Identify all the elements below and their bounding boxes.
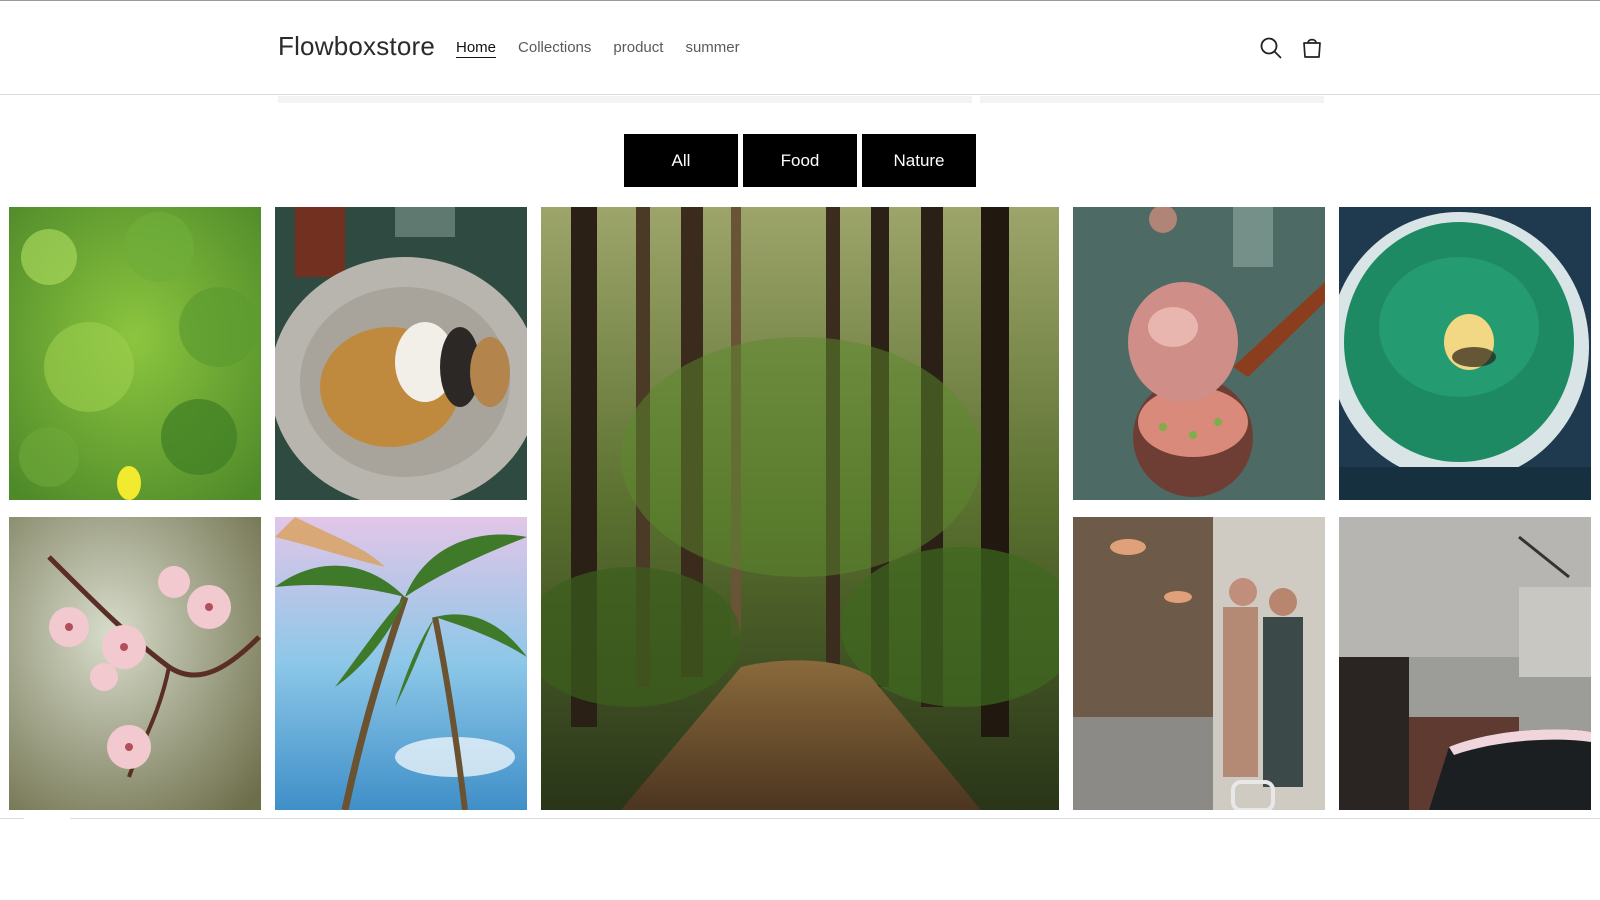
filter-food-button[interactable]: Food	[743, 134, 857, 187]
section-divider	[0, 818, 1600, 819]
green-leaves-photo[interactable]	[9, 207, 261, 500]
dessert-spoon-photo[interactable]	[1073, 207, 1325, 500]
cherry-blossom-photo[interactable]	[9, 517, 261, 810]
main-nav: Home Collections product summer	[456, 39, 740, 56]
store-logo[interactable]: Flowboxstore	[278, 31, 435, 62]
nav-home[interactable]: Home	[456, 39, 496, 56]
search-icon[interactable]	[1258, 35, 1284, 61]
slider-strip	[278, 96, 972, 103]
filter-nature-button[interactable]: Nature	[862, 134, 976, 187]
nav-collections[interactable]: Collections	[518, 39, 591, 56]
soup-bowl-photo[interactable]	[275, 207, 527, 500]
forest-path-photo[interactable]	[541, 207, 1059, 810]
old-building-car-photo[interactable]	[1339, 517, 1591, 810]
gallery-filters: All Food Nature	[624, 134, 976, 187]
filter-all-button[interactable]: All	[624, 134, 738, 187]
cart-icon[interactable]	[1299, 35, 1325, 61]
site-header: Flowboxstore Home Collections product su…	[0, 1, 1600, 95]
slider-strip	[980, 96, 1324, 103]
palm-trees-photo[interactable]	[275, 517, 527, 810]
nav-product[interactable]: product	[613, 39, 663, 56]
divider-gap	[24, 818, 70, 819]
nav-summer[interactable]: summer	[685, 39, 739, 56]
green-bowl-photo[interactable]	[1339, 207, 1591, 500]
shop-window-photo[interactable]	[1073, 517, 1325, 810]
